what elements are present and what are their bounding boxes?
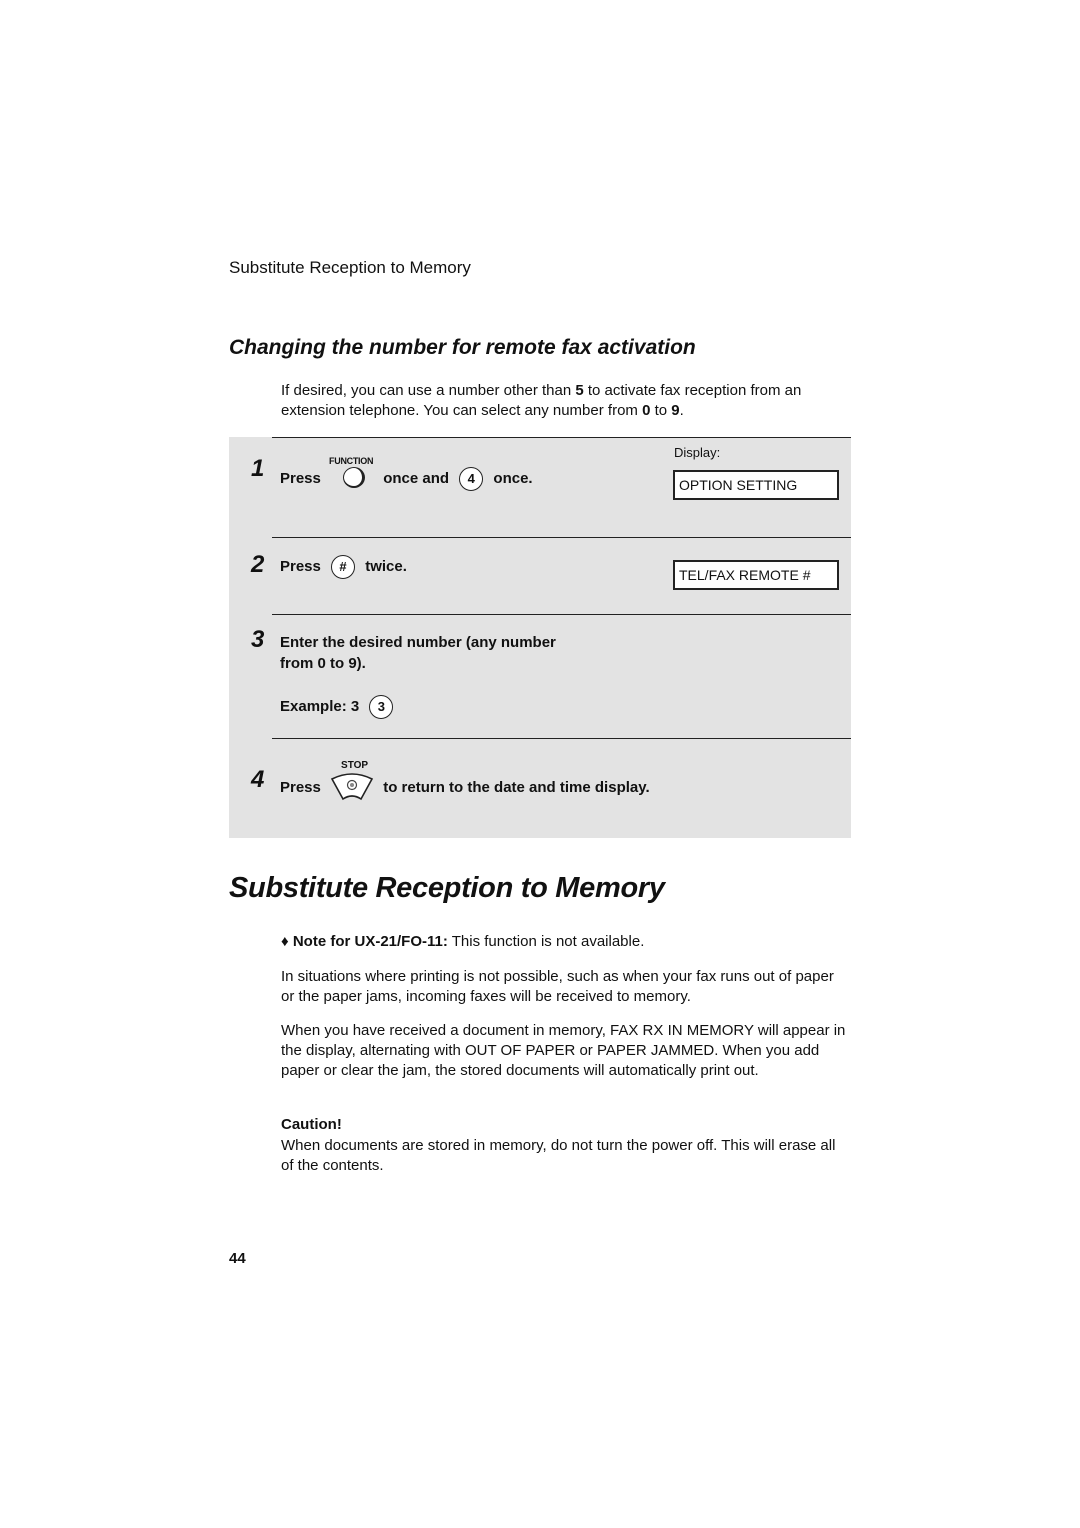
step-text: Press <box>280 778 321 796</box>
main-heading: Substitute Reception to Memory <box>229 872 665 904</box>
step-example: Example: 3 3 <box>280 695 399 719</box>
step-number: 2 <box>251 551 265 578</box>
section-heading: Changing the number for remote fax activ… <box>229 336 696 359</box>
step-instruction-line2: from 0 to 9). <box>280 655 366 672</box>
divider <box>272 614 851 615</box>
display-readout: OPTION SETTING <box>673 470 839 500</box>
intro-text: to <box>650 402 672 419</box>
stop-key-label: STOP <box>341 760 369 771</box>
step-instruction: Press FUNCTION once and 4 once. <box>280 456 533 491</box>
note-text: This function is not available. <box>447 933 645 950</box>
intro-paragraph: If desired, you can use a number other t… <box>281 381 851 421</box>
step-instruction: Press STOP to return to the date and tim… <box>280 760 650 805</box>
step-text: to return to the date and time display. <box>383 778 650 796</box>
step-instruction-line1: Enter the desired number (any number <box>280 634 556 651</box>
step-number: 3 <box>251 626 265 653</box>
function-key-icon: FUNCTION <box>329 456 375 491</box>
step-text: Press <box>280 469 321 487</box>
divider <box>272 738 851 739</box>
intro-text: If desired, you can use a number other t… <box>281 382 576 399</box>
function-button-shape <box>343 467 366 488</box>
step-text: once. <box>493 469 533 487</box>
step-number: 4 <box>251 766 265 793</box>
model-note: ♦ Note for UX-21/FO-11: This function is… <box>281 932 851 952</box>
stop-key-icon: STOP <box>329 760 375 805</box>
intro-bold: 9 <box>671 402 680 419</box>
example-label: Example: 3 <box>280 697 360 715</box>
paragraph: In situations where printing is not poss… <box>281 968 834 1005</box>
stop-button-shape <box>330 773 374 801</box>
step-number: 1 <box>251 455 265 482</box>
steps-panel: Display: 1 Press FUNCTION once and 4 onc… <box>229 437 851 838</box>
step-text: Press <box>280 557 321 575</box>
step-text: once and <box>383 469 450 487</box>
step-instruction: Press # twice. <box>280 555 407 579</box>
key-3-icon: 3 <box>369 695 394 719</box>
paragraph: When you have received a document in mem… <box>281 1022 846 1079</box>
step-text: twice. <box>365 557 407 575</box>
divider <box>272 437 851 438</box>
note-label: Note for UX-21/FO-11: <box>292 933 448 950</box>
intro-text: . <box>679 402 684 419</box>
running-head: Substitute Reception to Memory <box>229 258 471 277</box>
page-number: 44 <box>229 1250 246 1267</box>
diamond-bullet-icon: ♦ <box>281 933 289 950</box>
display-label: Display: <box>674 445 721 460</box>
divider <box>272 537 851 538</box>
display-readout: TEL/FAX REMOTE # <box>673 560 839 590</box>
hash-key-icon: # <box>331 555 356 579</box>
caution-text: When documents are stored in memory, do … <box>281 1137 836 1174</box>
key-4-icon: 4 <box>459 467 484 491</box>
intro-bold: 5 <box>575 382 584 399</box>
caution-title: Caution! <box>281 1116 342 1133</box>
